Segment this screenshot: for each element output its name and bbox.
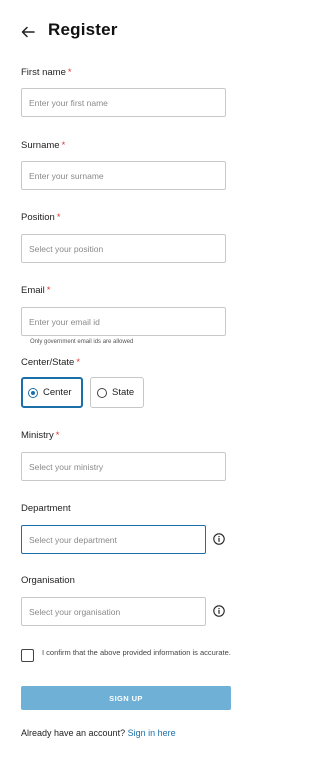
first-name-label-text: First name <box>21 67 66 78</box>
first-name-input[interactable] <box>21 88 226 117</box>
department-label: Department <box>21 503 71 514</box>
page-title: Register <box>48 20 118 39</box>
sign-up-button[interactable]: SIGN UP <box>21 686 231 710</box>
center-state-label-text: Center/State <box>21 357 75 368</box>
required-asterisk: * <box>56 212 61 223</box>
center-radio-option[interactable]: Center <box>21 377 83 408</box>
info-icon[interactable] <box>213 532 225 545</box>
position-select[interactable] <box>21 234 226 263</box>
signin-prompt: Already have an account? Sign in here <box>21 728 176 738</box>
back-arrow-icon[interactable] <box>18 22 38 42</box>
radio-unselected-icon <box>97 387 107 398</box>
center-state-label: Center/State * <box>21 357 80 368</box>
email-input[interactable] <box>21 307 226 336</box>
center-option-label: Center <box>43 387 72 398</box>
department-select[interactable] <box>21 525 206 554</box>
position-label-text: Position <box>21 212 55 223</box>
email-helper-text: Only government email ids are allowed <box>30 339 134 345</box>
radio-selected-icon <box>28 387 38 398</box>
organisation-select[interactable] <box>21 597 206 626</box>
first-name-label: First name * <box>21 67 72 78</box>
confirm-checkbox[interactable] <box>21 649 34 662</box>
signin-prompt-text: Already have an account? <box>21 728 126 738</box>
required-asterisk: * <box>46 285 51 296</box>
surname-label-text: Surname <box>21 140 60 151</box>
info-icon[interactable] <box>213 604 225 617</box>
ministry-label-text: Ministry <box>21 430 54 441</box>
ministry-select[interactable] <box>21 452 226 481</box>
organisation-label: Organisation <box>21 575 75 586</box>
surname-label: Surname * <box>21 140 65 151</box>
state-radio-option[interactable]: State <box>90 377 144 408</box>
position-label: Position * <box>21 212 61 223</box>
surname-input[interactable] <box>21 161 226 190</box>
email-label-text: Email <box>21 285 45 296</box>
sign-in-link[interactable]: Sign in here <box>128 728 176 738</box>
email-label: Email * <box>21 285 50 296</box>
state-option-label: State <box>112 387 135 398</box>
confirm-text: I confirm that the above provided inform… <box>42 648 231 657</box>
required-asterisk: * <box>55 430 60 441</box>
required-asterisk: * <box>67 67 72 78</box>
ministry-label: Ministry * <box>21 430 59 441</box>
required-asterisk: * <box>76 357 81 368</box>
required-asterisk: * <box>61 140 66 151</box>
